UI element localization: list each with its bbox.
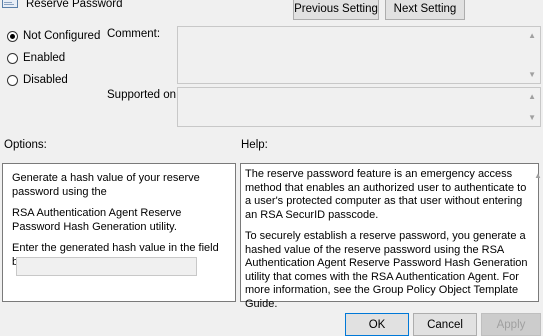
chevron-down-icon[interactable]: ▼ [528,113,536,122]
radio-not-configured[interactable]: Not Configured [7,30,100,42]
radio-label: Disabled [23,74,68,86]
chevron-up-icon[interactable]: ▲ [528,31,536,40]
setting-title: Reserve Password [26,0,123,10]
help-text: To securely establish a reserve password… [245,230,528,310]
ok-button[interactable]: OK [345,313,409,336]
comment-label: Comment: [107,28,161,40]
supported-on-label: Supported on: [107,89,180,101]
cancel-button[interactable]: Cancel [413,313,477,336]
chevron-down-icon[interactable]: ▼ [528,70,536,79]
options-instruction: Generate a hash value of your reserve pa… [12,172,200,198]
apply-button[interactable]: Apply [481,313,541,336]
options-label: Options: [4,139,47,151]
help-text: The reserve password feature is an emerg… [245,168,527,221]
radio-label: Not Configured [23,30,101,42]
help-label: Help: [241,139,268,151]
radio-disabled[interactable]: Disabled [7,74,68,86]
chevron-up-icon[interactable]: ▲ [528,92,536,101]
options-panel: Generate a hash value of your reserve pa… [2,163,236,302]
radio-enabled[interactable]: Enabled [7,52,65,64]
radio-indicator [7,74,18,86]
help-panel: The reserve password feature is an emerg… [240,163,539,310]
hash-value-input[interactable] [16,257,197,276]
supported-on-field[interactable]: ▲ ▼ [177,87,541,127]
radio-selected-indicator [7,30,18,42]
comment-field[interactable]: ▲ ▼ [177,26,541,84]
previous-setting-button[interactable]: Previous Setting [293,0,379,20]
options-instruction: RSA Authentication Agent Reserve Passwor… [12,207,182,233]
next-setting-button[interactable]: Next Setting [385,0,465,20]
policy-setting-icon [2,0,18,8]
chevron-up-icon[interactable]: ▲ [534,171,542,180]
radio-indicator [7,52,18,64]
radio-label: Enabled [23,52,66,64]
